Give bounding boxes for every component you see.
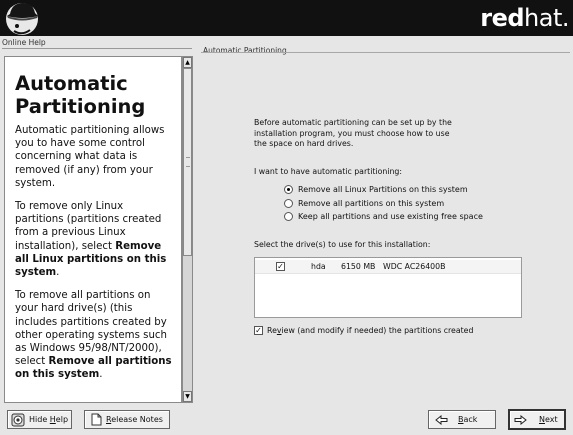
- next-button[interactable]: Next: [508, 409, 566, 430]
- help-text-pane[interactable]: Automatic Partitioning Automatic partiti…: [4, 56, 182, 403]
- scroll-down-button[interactable]: ▼: [183, 391, 192, 402]
- help-toggle-icon: [11, 413, 25, 426]
- shadowman-logo-icon: [6, 3, 38, 35]
- radio-unselected-icon[interactable]: [284, 198, 293, 208]
- scroll-up-button[interactable]: ▲: [183, 57, 192, 68]
- arrow-up-icon: ▲: [185, 59, 190, 66]
- hide-help-button[interactable]: Hide Help: [7, 410, 72, 429]
- review-checkbox[interactable]: ✓: [254, 326, 263, 335]
- drive-size: 6150 MB: [341, 262, 376, 271]
- option-keep-all-partitions[interactable]: Keep all partitions and use existing fre…: [284, 210, 483, 224]
- help-paragraph-2: To remove only Linux partitions (partiti…: [15, 201, 167, 279]
- right-arrow-icon: [514, 414, 527, 425]
- review-label: Review (and modify if needed) the partit…: [267, 326, 474, 335]
- review-partitions-option[interactable]: ✓ Review (and modify if needed) the part…: [254, 326, 473, 335]
- drive-list[interactable]: ✓ hda 6150 MB WDC AC26400B: [254, 257, 522, 318]
- main-frame: [201, 52, 570, 403]
- intro-text: Before automatic partitioning can be set…: [254, 118, 452, 148]
- help-paragraph-3: To remove all partitions on your hard dr…: [15, 290, 172, 381]
- help-scrollbar[interactable]: ▲ ▼: [182, 56, 193, 403]
- partitioning-options: Remove all Linux Partitions on this syst…: [284, 183, 483, 224]
- back-button[interactable]: Back: [428, 410, 496, 429]
- document-icon: [91, 413, 102, 426]
- redhat-wordmark: redhat.: [480, 4, 569, 32]
- option-remove-linux-partitions[interactable]: Remove all Linux Partitions on this syst…: [284, 183, 483, 197]
- partitioning-choice-label: I want to have automatic partitioning:: [254, 167, 403, 176]
- drive-row-hda[interactable]: ✓ hda 6150 MB WDC AC26400B: [255, 260, 521, 274]
- left-arrow-icon: [435, 414, 448, 425]
- scroll-grip-icon: [186, 157, 190, 167]
- option-remove-all-partitions[interactable]: Remove all partitions on this system: [284, 197, 483, 211]
- release-notes-button[interactable]: Release Notes: [84, 410, 170, 429]
- installer-header: redhat.: [0, 0, 573, 36]
- drive-selection-label: Select the drive(s) to use for this inst…: [254, 240, 431, 249]
- drive-model: WDC AC26400B: [383, 262, 446, 271]
- radio-unselected-icon[interactable]: [284, 212, 293, 222]
- online-help-label: Online Help: [2, 38, 46, 47]
- help-paragraph-1: Automatic partitioning allows you to hav…: [15, 125, 165, 189]
- arrow-down-icon: ▼: [185, 393, 190, 400]
- drive-name: hda: [311, 262, 326, 271]
- radio-selected-icon[interactable]: [284, 185, 293, 195]
- help-title: Automatic Partitioning: [15, 72, 146, 118]
- scrollbar-thumb[interactable]: [183, 68, 192, 256]
- drive-checkbox[interactable]: ✓: [276, 262, 285, 271]
